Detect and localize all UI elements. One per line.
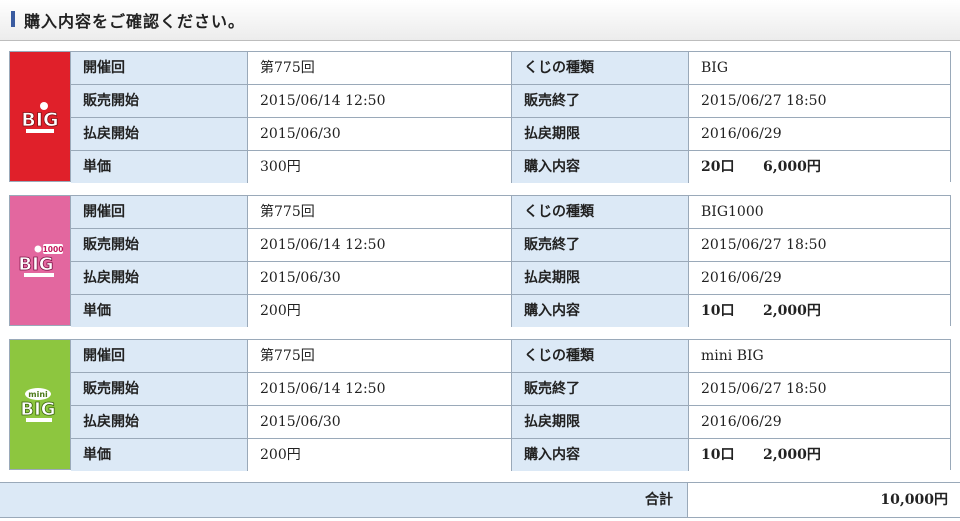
row-round-type: 開催回 第775回 くじの種類 BIG1000	[71, 196, 950, 229]
row-price: 単価 300円 購入内容 20口 6,000円	[71, 151, 950, 183]
label-round: 開催回	[71, 340, 248, 372]
label-unit-price: 単価	[71, 151, 248, 183]
svg-text:1000: 1000	[43, 245, 64, 254]
mini-big-logo: mini BIG	[10, 340, 71, 469]
value-round: 第775回	[248, 52, 512, 84]
page-title: 購入内容をご確認ください。	[24, 12, 246, 31]
value-sale-end: 2015/06/27 18:50	[689, 229, 950, 261]
purchase-quantity: 10口	[701, 447, 735, 463]
row-payout: 払戻開始 2015/06/30 払戻期限 2016/06/29	[71, 118, 950, 151]
value-sale-start: 2015/06/14 12:50	[248, 229, 512, 261]
label-round: 開催回	[71, 196, 248, 228]
value-sale-end: 2015/06/27 18:50	[689, 373, 950, 405]
label-round: 開催回	[71, 52, 248, 84]
value-type: mini BIG	[689, 340, 950, 372]
row-sale: 販売開始 2015/06/14 12:50 販売終了 2015/06/27 18…	[71, 85, 950, 118]
svg-text:BIG: BIG	[20, 399, 55, 420]
value-payout-start: 2015/06/30	[248, 262, 512, 294]
row-payout: 払戻開始 2015/06/30 払戻期限 2016/06/29	[71, 406, 950, 439]
svg-text:BIG: BIG	[18, 254, 53, 275]
value-round: 第775回	[248, 340, 512, 372]
label-sale-start: 販売開始	[71, 373, 248, 405]
purchase-amount: 2,000円	[763, 303, 821, 319]
row-price: 単価 200円 購入内容 10口 2,000円	[71, 295, 950, 327]
value-type: BIG1000	[689, 196, 950, 228]
value-purchase: 20口 6,000円	[689, 151, 950, 183]
label-type: くじの種類	[512, 52, 689, 84]
label-payout-start: 払戻開始	[71, 118, 248, 150]
total-label: 合計	[0, 483, 688, 517]
page-header: 購入内容をご確認ください。	[0, 0, 960, 41]
purchase-amount: 6,000円	[763, 159, 821, 175]
label-sale-end: 販売終了	[512, 229, 689, 261]
label-payout-start: 払戻開始	[71, 406, 248, 438]
value-payout-deadline: 2016/06/29	[689, 262, 950, 294]
value-type: BIG	[689, 52, 950, 84]
row-sale: 販売開始 2015/06/14 12:50 販売終了 2015/06/27 18…	[71, 373, 950, 406]
value-payout-deadline: 2016/06/29	[689, 118, 950, 150]
header-accent-bar	[11, 11, 15, 27]
purchase-amount: 2,000円	[763, 447, 821, 463]
value-unit-price: 200円	[248, 439, 512, 471]
ticket-block-big: BIG 開催回 第775回 くじの種類 BIG 販売開始 2015/06/14 …	[9, 51, 951, 183]
value-purchase: 10口 2,000円	[689, 439, 950, 471]
svg-text:BIG: BIG	[21, 109, 58, 131]
row-round-type: 開催回 第775回 くじの種類 BIG	[71, 52, 950, 85]
purchase-quantity: 10口	[701, 303, 735, 319]
label-payout-start: 払戻開始	[71, 262, 248, 294]
value-sale-start: 2015/06/14 12:50	[248, 85, 512, 117]
row-price: 単価 200円 購入内容 10口 2,000円	[71, 439, 950, 471]
value-unit-price: 200円	[248, 295, 512, 327]
value-unit-price: 300円	[248, 151, 512, 183]
label-sale-start: 販売開始	[71, 229, 248, 261]
label-payout-deadline: 払戻期限	[512, 406, 689, 438]
purchase-quantity: 20口	[701, 159, 735, 175]
label-purchase: 購入内容	[512, 151, 689, 183]
row-payout: 払戻開始 2015/06/30 払戻期限 2016/06/29	[71, 262, 950, 295]
total-value: 10,000円	[880, 492, 948, 508]
value-round: 第775回	[248, 196, 512, 228]
value-payout-start: 2015/06/30	[248, 118, 512, 150]
label-type: くじの種類	[512, 196, 689, 228]
label-sale-end: 販売終了	[512, 85, 689, 117]
big1000-logo: 1000 BIG	[10, 196, 71, 325]
ticket-block-big1000: 1000 BIG 開催回 第775回 くじの種類 BIG1000 販売開始 20…	[9, 195, 951, 327]
big-logo: BIG	[10, 52, 71, 181]
label-purchase: 購入内容	[512, 295, 689, 327]
svg-text:mini: mini	[28, 390, 48, 399]
label-unit-price: 単価	[71, 439, 248, 471]
value-purchase: 10口 2,000円	[689, 295, 950, 327]
value-payout-deadline: 2016/06/29	[689, 406, 950, 438]
label-payout-deadline: 払戻期限	[512, 262, 689, 294]
label-sale-end: 販売終了	[512, 373, 689, 405]
label-purchase: 購入内容	[512, 439, 689, 471]
row-round-type: 開催回 第775回 くじの種類 mini BIG	[71, 340, 950, 373]
value-payout-start: 2015/06/30	[248, 406, 512, 438]
ticket-block-mini-big: mini BIG 開催回 第775回 くじの種類 mini BIG 販売開始 2…	[9, 339, 951, 471]
total-row: 合計 10,000円	[0, 482, 960, 518]
label-sale-start: 販売開始	[71, 85, 248, 117]
row-sale: 販売開始 2015/06/14 12:50 販売終了 2015/06/27 18…	[71, 229, 950, 262]
value-sale-end: 2015/06/27 18:50	[689, 85, 950, 117]
value-sale-start: 2015/06/14 12:50	[248, 373, 512, 405]
label-type: くじの種類	[512, 340, 689, 372]
label-unit-price: 単価	[71, 295, 248, 327]
label-payout-deadline: 払戻期限	[512, 118, 689, 150]
